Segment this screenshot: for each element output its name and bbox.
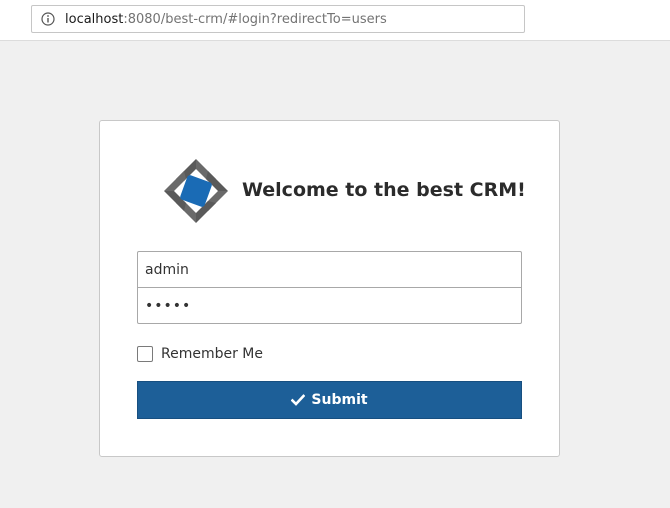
- submit-button[interactable]: Submit: [137, 381, 522, 419]
- page-title: Welcome to the best CRM!: [242, 179, 526, 201]
- credentials-group: [137, 251, 522, 324]
- login-card: Welcome to the best CRM! Remember Me Sub…: [99, 120, 560, 457]
- check-icon: [291, 394, 306, 406]
- info-icon[interactable]: [41, 12, 55, 26]
- remember-me-label[interactable]: Remember Me: [161, 346, 263, 362]
- remember-me[interactable]: Remember Me: [137, 344, 263, 364]
- remember-me-checkbox[interactable]: [137, 346, 153, 362]
- password-input[interactable]: [137, 287, 522, 324]
- url-host: localhost: [65, 12, 124, 27]
- username-input[interactable]: [137, 251, 522, 288]
- crm-logo-icon: [164, 159, 228, 223]
- address-bar-url: localhost:8080/best-crm/#login?redirectT…: [65, 12, 387, 28]
- url-path: :8080/best-crm/#login?redirectTo=users: [123, 12, 387, 27]
- address-bar[interactable]: localhost:8080/best-crm/#login?redirectT…: [31, 5, 525, 33]
- browser-toolbar: localhost:8080/best-crm/#login?redirectT…: [0, 0, 670, 41]
- submit-label: Submit: [311, 392, 368, 408]
